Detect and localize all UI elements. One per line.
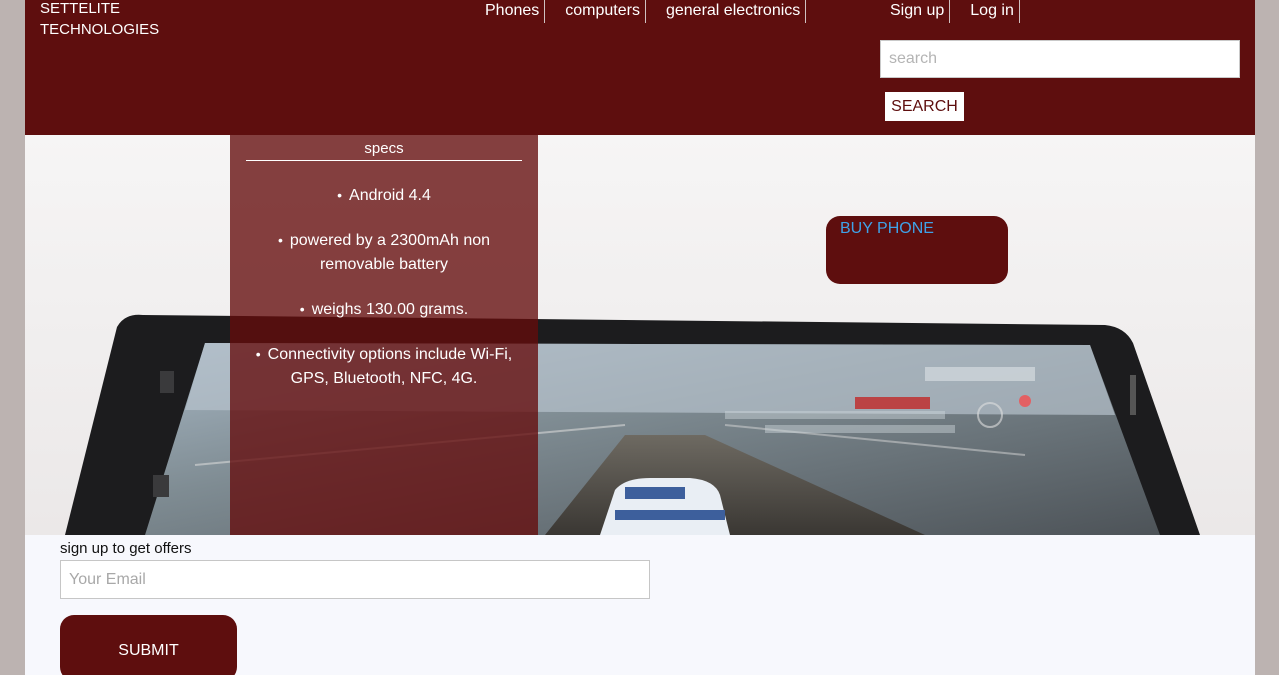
buy-phone-button[interactable]: BUY PHONE (826, 216, 1008, 284)
submit-button[interactable]: SUBMIT (60, 615, 237, 675)
auth-links: Sign up Log in (885, 0, 1020, 23)
search-button[interactable]: SEARCH (885, 92, 964, 121)
page: SETTELITE TECHNOLOGIES Phones computers … (25, 0, 1255, 675)
login-link[interactable]: Log in (965, 0, 1020, 23)
email-field[interactable] (60, 560, 650, 599)
main-nav: Phones computers general electronics (480, 0, 807, 24)
signup-link[interactable]: Sign up (885, 0, 951, 23)
search-input[interactable] (880, 40, 1240, 78)
phone-image (65, 314, 1200, 535)
logo-line-1: SETTELITE (40, 0, 121, 17)
signup-label: sign up to get offers (60, 540, 192, 557)
site-logo[interactable]: SETTELITE TECHNOLOGIES (40, 0, 159, 40)
spec-item-os: Android 4.4 (254, 183, 514, 208)
nav-link-general-electronics[interactable]: general electronics (661, 0, 807, 23)
spec-item-weight: weighs 130.00 grams. (254, 297, 514, 322)
nav-link-computers[interactable]: computers (560, 0, 646, 23)
hero-section: specs Android 4.4 powered by a 2300mAh n… (25, 135, 1255, 535)
spec-item-battery: powered by a 2300mAh non removable batte… (254, 228, 514, 277)
site-header: SETTELITE TECHNOLOGIES Phones computers … (25, 0, 1255, 135)
nav-link-phones[interactable]: Phones (480, 0, 546, 23)
specs-panel: specs Android 4.4 powered by a 2300mAh n… (230, 135, 538, 535)
spec-item-connectivity: Connectivity options include Wi-Fi, GPS,… (254, 342, 514, 391)
signup-section: sign up to get offers SUBMIT (25, 535, 1255, 675)
logo-line-2: TECHNOLOGIES (40, 21, 160, 38)
specs-title: specs (246, 139, 522, 161)
specs-list: Android 4.4 powered by a 2300mAh non rem… (230, 183, 538, 391)
